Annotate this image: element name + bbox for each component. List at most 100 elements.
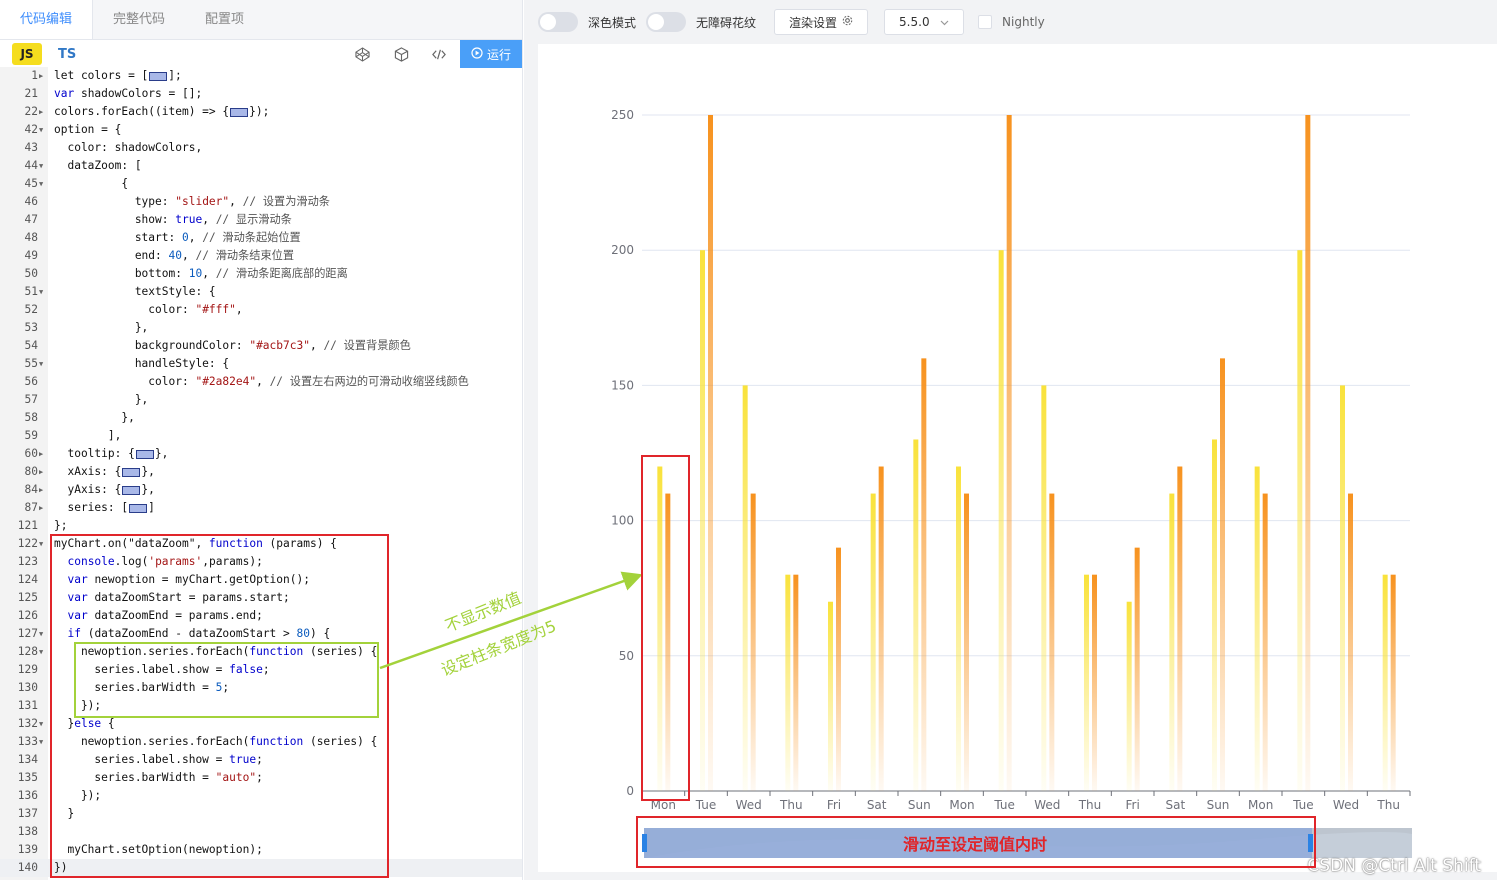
fold-collapsed-icon[interactable]: ▶	[39, 499, 47, 517]
run-button[interactable]: 运行	[460, 40, 522, 68]
fold-expanded-icon[interactable]: ▼	[39, 355, 47, 373]
code-text: bottom: 10, // 滑动条距离底部的距离	[54, 265, 348, 283]
folded-code-icon[interactable]	[122, 485, 141, 495]
tab-config[interactable]: 配置项	[185, 0, 264, 39]
code-token: },	[54, 393, 149, 406]
y-tick-label: 50	[619, 649, 634, 663]
code-line[interactable]: 84 ▶ yAxis: {},	[0, 481, 522, 499]
line-number: 131	[17, 699, 38, 712]
dark-mode-label: 深色模式	[588, 15, 637, 30]
line-number: 21	[24, 87, 38, 100]
fold-collapsed-icon[interactable]: ▶	[39, 67, 47, 85]
code-line[interactable]: 50 bottom: 10, // 滑动条距离底部的距离	[0, 265, 522, 283]
fold-expanded-icon[interactable]: ▼	[39, 715, 47, 733]
code-token: var	[54, 87, 75, 100]
code-token: ,	[182, 249, 196, 262]
code-line[interactable]: 56 color: "#2a82e4", // 设置左右两边的可滑动收缩竖线颜色	[0, 373, 522, 391]
bar-series-1	[956, 466, 961, 791]
code-line[interactable]: 44 ▼ dataZoom: [	[0, 157, 522, 175]
tab-code-edit[interactable]: 代码编辑	[0, 0, 94, 39]
code-token: // 滑动条起始位置	[202, 231, 301, 244]
code-line[interactable]: 57 },	[0, 391, 522, 409]
accessible-pattern-switch[interactable]	[646, 12, 687, 32]
code-line[interactable]: 51 ▼ textStyle: {	[0, 283, 522, 301]
y-tick-label: 150	[611, 378, 634, 392]
datazoom-right-handle[interactable]	[1308, 834, 1313, 852]
nightly-checkbox[interactable]	[978, 15, 993, 29]
code-line[interactable]: 45 ▼ {	[0, 175, 522, 193]
folded-code-icon[interactable]	[129, 503, 148, 513]
x-tick-label: Thu	[1078, 798, 1102, 812]
line-number: 57	[24, 393, 38, 406]
bar-series-2	[1348, 493, 1353, 791]
code-line[interactable]: 1 ▶ let colors = [];	[0, 67, 522, 85]
bar-series-2	[1049, 493, 1055, 791]
x-tick-label: Sun	[1207, 798, 1230, 812]
code-token: // 显示滑动条	[215, 213, 292, 226]
bar-series-2	[836, 547, 841, 791]
fold-collapsed-icon[interactable]: ▶	[39, 103, 47, 121]
code-token: option = {	[54, 123, 122, 136]
code-line[interactable]: 80 ▶ xAxis: {},	[0, 463, 522, 481]
fold-expanded-icon[interactable]: ▼	[39, 535, 47, 553]
code-token: };	[54, 519, 68, 532]
codepen-icon[interactable]	[353, 45, 371, 63]
code-line[interactable]: 48 start: 0, // 滑动条起始位置	[0, 229, 522, 247]
fold-expanded-icon[interactable]: ▼	[39, 121, 47, 139]
fold-collapsed-icon[interactable]: ▶	[39, 481, 47, 499]
fold-expanded-icon[interactable]: ▼	[39, 625, 47, 643]
fold-expanded-icon[interactable]: ▼	[39, 283, 47, 301]
version-select[interactable]: 5.5.0	[884, 9, 965, 35]
lang-js-button[interactable]: JS	[12, 43, 42, 65]
code-line[interactable]: 43 color: shadowColors,	[0, 139, 522, 157]
datazoom-left-handle[interactable]	[642, 834, 647, 852]
line-number: 56	[24, 375, 38, 388]
line-number: 1	[31, 69, 38, 82]
code-line[interactable]: 59 ],	[0, 427, 522, 445]
fold-expanded-icon[interactable]: ▼	[39, 157, 47, 175]
render-settings-label: 渲染设置	[789, 15, 838, 30]
chart-container: 0 50 100 150 200 250 Mon Tue Wed Thu Fri Sat Sun Mon…	[538, 44, 1497, 872]
dark-mode-switch[interactable]	[538, 12, 578, 32]
fold-expanded-icon[interactable]: ▼	[39, 643, 47, 661]
code-line[interactable]: 21 var shadowColors = [];	[0, 85, 522, 103]
folded-code-icon[interactable]	[149, 71, 168, 81]
fold-collapsed-icon[interactable]: ▶	[39, 463, 47, 481]
code-line[interactable]: 46 type: "slider", // 设置为滑动条	[0, 193, 522, 211]
code-token: ,	[188, 231, 203, 244]
code-line[interactable]: 22 ▶ colors.forEach((item) => {});	[0, 103, 522, 121]
code-line[interactable]: 121};	[0, 517, 522, 535]
bar-series-2	[1262, 493, 1268, 791]
bar-series-1	[913, 439, 919, 791]
code-icon[interactable]	[430, 45, 448, 63]
code-line[interactable]: 60 ▶ tooltip: {},	[0, 445, 522, 463]
code-line[interactable]: 87 ▶ series: []	[0, 499, 522, 517]
fold-expanded-icon[interactable]: ▼	[39, 733, 47, 751]
folded-code-icon[interactable]	[230, 107, 249, 117]
line-number: 59	[24, 429, 38, 442]
code-line[interactable]: 54 backgroundColor: "#acb7c3", // 设置背景颜色	[0, 337, 522, 355]
lang-ts-button[interactable]: TS	[58, 47, 76, 62]
folded-code-icon[interactable]	[135, 449, 154, 459]
chevron-down-icon	[940, 15, 949, 29]
tab-full-code[interactable]: 完整代码	[93, 0, 185, 39]
bar-series-2	[1006, 115, 1012, 791]
code-line[interactable]: 47 show: true, // 显示滑动条	[0, 211, 522, 229]
code-line[interactable]: 53 },	[0, 319, 522, 337]
bar-series-2	[1390, 574, 1396, 791]
folded-code-icon[interactable]	[122, 467, 141, 477]
fold-expanded-icon[interactable]: ▼	[39, 175, 47, 193]
fold-collapsed-icon[interactable]: ▶	[39, 445, 47, 463]
code-line[interactable]: 42 ▼ option = {	[0, 121, 522, 139]
render-settings-button[interactable]: 渲染设置	[774, 9, 869, 35]
code-token: // 滑动条距离底部的距离	[215, 267, 348, 280]
code-token: // 滑动条结束位置	[195, 249, 295, 262]
code-line[interactable]: 52 color: "#fff",	[0, 301, 522, 319]
code-line[interactable]: 55 ▼ handleStyle: {	[0, 355, 522, 373]
line-number: 54	[24, 339, 38, 352]
line-number: 43	[24, 141, 38, 154]
cube-icon[interactable]	[392, 45, 410, 63]
code-line[interactable]: 58 },	[0, 409, 522, 427]
line-number: 140	[17, 861, 38, 874]
code-line[interactable]: 49 end: 40, // 滑动条结束位置	[0, 247, 522, 265]
